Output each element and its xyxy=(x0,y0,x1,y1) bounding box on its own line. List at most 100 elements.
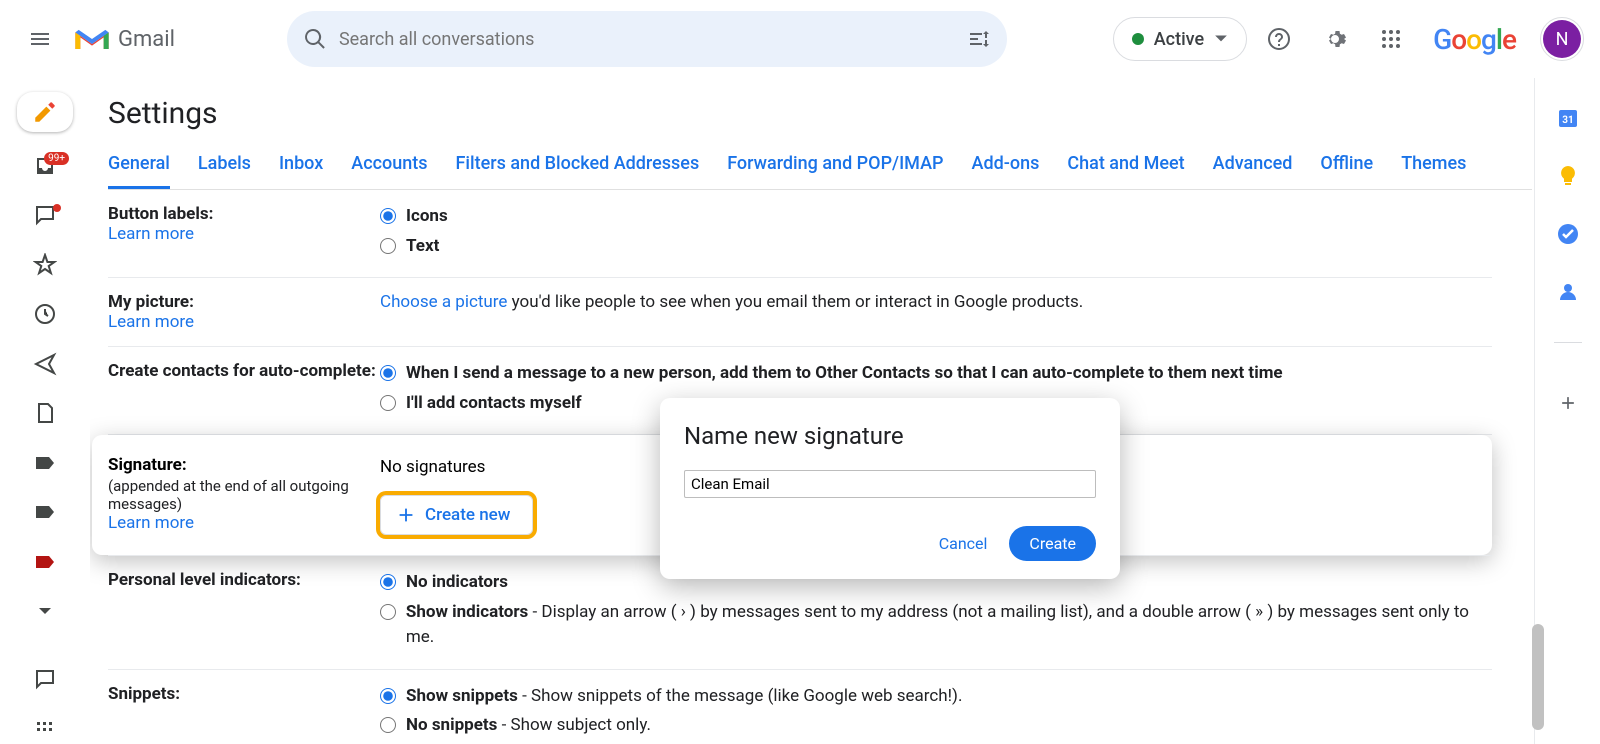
tab-addons[interactable]: Add-ons xyxy=(972,153,1040,189)
tab-accounts[interactable]: Accounts xyxy=(351,153,427,189)
radio-input[interactable] xyxy=(380,717,396,733)
radio-show-indicators[interactable]: Show indicators - Display an arrow ( › )… xyxy=(380,600,1492,651)
nav-more[interactable] xyxy=(23,596,67,628)
app-header: Gmail Active Google N xyxy=(0,0,1600,78)
signature-subtext: (appended at the end of all outgoing mes… xyxy=(108,477,380,513)
section-title: Button labels: xyxy=(108,204,213,224)
addons-button[interactable] xyxy=(1546,381,1590,425)
radio-input[interactable] xyxy=(380,604,396,620)
nav-chat[interactable] xyxy=(23,200,67,232)
create-button[interactable]: Create xyxy=(1009,526,1096,561)
plus-icon xyxy=(395,504,417,526)
radio-input[interactable] xyxy=(380,238,396,254)
calendar-icon[interactable]: 31 xyxy=(1556,106,1580,130)
contacts-icon[interactable] xyxy=(1556,280,1580,304)
keep-icon[interactable] xyxy=(1556,164,1580,188)
search-bar[interactable] xyxy=(287,11,1007,67)
radio-input[interactable] xyxy=(380,574,396,590)
tab-general[interactable]: General xyxy=(108,153,170,189)
compose-button[interactable] xyxy=(17,92,73,132)
main-menu-button[interactable] xyxy=(16,15,64,63)
pencil-icon xyxy=(32,99,58,125)
nav-sent[interactable] xyxy=(23,348,67,380)
radio-no-snippets[interactable]: No snippets - Show subject only. xyxy=(380,713,1492,739)
section-title: My picture: xyxy=(108,292,194,312)
radio-input[interactable] xyxy=(380,208,396,224)
apps-button[interactable] xyxy=(1367,15,1415,63)
section-my-picture: My picture: Learn more Choose a picture … xyxy=(108,277,1492,346)
hamburger-icon xyxy=(28,27,52,51)
label-icon xyxy=(33,550,57,574)
chevron-down-icon xyxy=(1214,32,1228,46)
radio-input[interactable] xyxy=(380,395,396,411)
tab-chat-meet[interactable]: Chat and Meet xyxy=(1067,153,1184,189)
status-chip[interactable]: Active xyxy=(1113,17,1247,61)
nav-inbox[interactable]: 99+ xyxy=(23,150,67,182)
plus-icon xyxy=(1558,393,1578,413)
tab-forwarding[interactable]: Forwarding and POP/IMAP xyxy=(727,153,943,189)
nav-category-3[interactable] xyxy=(23,546,67,578)
help-button[interactable] xyxy=(1255,15,1303,63)
create-new-highlight: Create new xyxy=(380,495,533,535)
help-icon xyxy=(1267,27,1291,51)
notification-dot-icon xyxy=(53,204,61,212)
create-new-label: Create new xyxy=(425,505,510,525)
tab-labels[interactable]: Labels xyxy=(198,153,251,189)
tab-themes[interactable]: Themes xyxy=(1401,153,1466,189)
signature-name-input[interactable] xyxy=(684,470,1096,498)
left-nav-rail: 99+ xyxy=(0,78,90,744)
learn-more-link[interactable]: Learn more xyxy=(108,224,194,244)
section-title: Create contacts for auto-complete: xyxy=(108,361,376,381)
radio-input[interactable] xyxy=(380,688,396,704)
scrollbar-thumb[interactable] xyxy=(1532,624,1544,730)
tab-filters[interactable]: Filters and Blocked Addresses xyxy=(456,153,700,189)
gear-icon xyxy=(1323,27,1347,51)
nav-category-2[interactable] xyxy=(23,497,67,529)
tab-inbox[interactable]: Inbox xyxy=(279,153,323,189)
section-label: Button labels: Learn more xyxy=(108,204,380,263)
radio-auto-add[interactable]: When I send a message to a new person, a… xyxy=(380,361,1492,387)
modal-actions: Cancel Create xyxy=(684,526,1096,561)
nav-starred[interactable] xyxy=(23,249,67,281)
tune-icon[interactable] xyxy=(967,27,991,51)
radio-icons[interactable]: Icons xyxy=(380,204,1492,230)
radio-show-snippets[interactable]: Show snippets - Show snippets of the mes… xyxy=(380,684,1492,710)
file-icon xyxy=(33,401,57,425)
create-new-button[interactable]: Create new xyxy=(380,495,533,535)
choose-picture-link[interactable]: Choose a picture xyxy=(380,292,507,312)
nav-category-1[interactable] xyxy=(23,447,67,479)
tasks-icon[interactable] xyxy=(1556,222,1580,246)
learn-more-link[interactable]: Learn more xyxy=(108,312,194,332)
side-divider xyxy=(1554,342,1582,343)
grid-dots-icon xyxy=(33,716,57,740)
section-title: Signature: xyxy=(108,455,380,475)
learn-more-link[interactable]: Learn more xyxy=(108,513,194,533)
label-icon xyxy=(33,500,57,524)
send-icon xyxy=(33,352,57,376)
radio-text[interactable]: Text xyxy=(380,234,1492,260)
name-signature-modal: Name new signature Cancel Create xyxy=(660,398,1120,579)
google-wordmark: Google xyxy=(1433,23,1516,56)
header-right: Active Google N xyxy=(1113,15,1584,63)
unread-badge: 99+ xyxy=(44,152,69,165)
settings-tabs: General Labels Inbox Accounts Filters an… xyxy=(108,153,1532,190)
nav-snoozed[interactable] xyxy=(23,299,67,331)
tab-offline[interactable]: Offline xyxy=(1320,153,1373,189)
svg-text:31: 31 xyxy=(1562,115,1573,126)
nav-drafts[interactable] xyxy=(23,398,67,430)
radio-input[interactable] xyxy=(380,365,396,381)
avatar: N xyxy=(1543,20,1581,58)
account-button[interactable]: N xyxy=(1540,17,1584,61)
gmail-logo[interactable]: Gmail xyxy=(72,24,175,54)
status-dot-icon xyxy=(1132,33,1144,45)
nav-keyboard[interactable] xyxy=(23,713,67,744)
section-content: No indicators Show indicators - Display … xyxy=(380,570,1492,655)
search-icon xyxy=(303,27,327,51)
settings-button[interactable] xyxy=(1311,15,1359,63)
nav-spaces[interactable] xyxy=(23,663,67,695)
section-content: Show snippets - Show snippets of the mes… xyxy=(380,684,1492,743)
section-button-labels: Button labels: Learn more Icons Text xyxy=(108,190,1492,277)
cancel-button[interactable]: Cancel xyxy=(925,526,1002,561)
search-input[interactable] xyxy=(339,29,967,50)
tab-advanced[interactable]: Advanced xyxy=(1213,153,1293,189)
